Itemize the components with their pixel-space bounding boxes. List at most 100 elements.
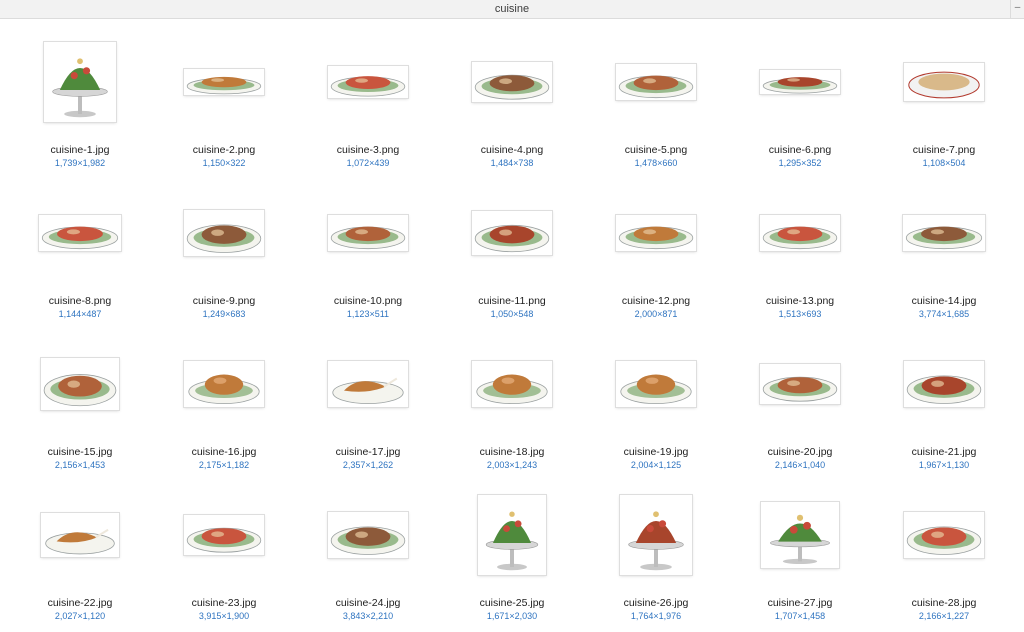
platter-icon[interactable] [39,215,121,251]
file-name: cuisine-3.png [336,144,400,156]
file-item[interactable]: cuisine-5.png 1,478×660 [584,26,728,176]
file-name: cuisine-21.jpg [911,446,977,458]
file-name: cuisine-14.jpg [911,295,977,307]
platter-icon[interactable] [328,512,408,558]
roast-leg-icon[interactable] [328,361,408,407]
file-name: cuisine-13.png [765,295,835,307]
thumbnail-area [440,479,584,591]
thumbnail-area [872,479,1016,591]
file-dimensions: 1,050×548 [490,309,534,319]
file-dimensions: 2,000×871 [634,309,678,319]
roast-fowl-icon[interactable] [184,361,264,407]
file-name: cuisine-5.png [624,144,688,156]
file-dimensions: 1,967×1,130 [918,460,970,470]
platter-icon[interactable] [904,361,984,407]
file-dimensions: 1,108×504 [922,158,966,168]
thumbnail-area [152,328,296,440]
file-dimensions: 1,144×487 [58,309,102,319]
platter-icon[interactable] [616,215,696,251]
thumbnail-area [8,328,152,440]
file-item[interactable]: cuisine-23.jpg 3,915×1,900 [152,479,296,629]
file-item[interactable]: cuisine-22.jpg 2,027×1,120 [8,479,152,629]
roast-fowl-icon[interactable] [616,361,696,407]
file-grid: cuisine-1.jpg 1,739×1,982 cuisine-2.png 1,1… [0,20,1024,632]
file-item[interactable]: cuisine-28.jpg 2,166×1,227 [872,479,1016,629]
file-item[interactable]: cuisine-9.png 1,249×683 [152,177,296,327]
file-name: cuisine-24.jpg [335,597,401,609]
thumbnail-area [8,479,152,591]
file-name: cuisine-27.jpg [767,597,833,609]
roast-fowl-icon[interactable] [472,361,552,407]
file-name: cuisine-7.png [912,144,976,156]
file-item[interactable]: cuisine-7.png 1,108×504 [872,26,1016,176]
file-item[interactable]: cuisine-18.jpg 2,003×1,243 [440,328,584,478]
platter-icon[interactable] [184,69,264,95]
platter-icon[interactable] [760,70,840,94]
file-dimensions: 2,004×1,125 [630,460,682,470]
file-item[interactable]: cuisine-20.jpg 2,146×1,040 [728,328,872,478]
platter-icon[interactable] [328,66,408,98]
file-name: cuisine-23.jpg [191,597,257,609]
file-item[interactable]: cuisine-13.png 1,513×693 [728,177,872,327]
thumbnail-area [152,177,296,289]
roast-leg-icon[interactable] [41,513,119,557]
platter-icon[interactable] [184,515,264,555]
platter-icon[interactable] [328,215,408,251]
thumbnail-area [296,328,440,440]
dish-on-pedestal-icon[interactable] [761,502,839,568]
platter-icon[interactable] [41,358,119,410]
file-name: cuisine-4.png [480,144,544,156]
platter-icon[interactable] [760,215,840,251]
collapse-icon[interactable]: – [1010,0,1024,19]
dish-on-pedestal-icon[interactable] [478,495,546,575]
file-dimensions: 1,739×1,982 [54,158,106,168]
file-dimensions: 1,764×1,976 [630,611,682,621]
thumbnail-area [296,26,440,138]
platter-icon[interactable] [184,210,264,256]
platter-icon[interactable] [472,62,552,102]
platter-icon[interactable] [472,211,552,255]
file-item[interactable]: cuisine-11.png 1,050×548 [440,177,584,327]
file-dimensions: 1,484×738 [490,158,534,168]
file-item[interactable]: cuisine-6.png 1,295×352 [728,26,872,176]
dish-on-pedestal-icon[interactable] [620,495,692,575]
file-item[interactable]: cuisine-24.jpg 3,843×2,210 [296,479,440,629]
file-name: cuisine-22.jpg [47,597,113,609]
thumbnail-area [440,177,584,289]
file-item[interactable]: cuisine-27.jpg 1,707×1,458 [728,479,872,629]
file-name: cuisine-26.jpg [623,597,689,609]
file-name: cuisine-16.jpg [191,446,257,458]
thumbnail-area [872,177,1016,289]
platter-icon[interactable] [903,215,985,251]
platter-icon[interactable] [904,512,984,558]
file-item[interactable]: cuisine-3.png 1,072×439 [296,26,440,176]
file-name: cuisine-17.jpg [335,446,401,458]
file-name: cuisine-19.jpg [623,446,689,458]
platter-icon[interactable] [616,64,696,100]
platter-icon[interactable] [760,364,840,404]
file-item[interactable]: cuisine-25.jpg 1,671×2,030 [440,479,584,629]
dish-on-pedestal-icon[interactable] [44,42,116,122]
file-item[interactable]: cuisine-15.jpg 2,156×1,453 [8,328,152,478]
file-item[interactable]: cuisine-12.png 2,000×871 [584,177,728,327]
file-dimensions: 1,513×693 [778,309,822,319]
file-item[interactable]: cuisine-17.jpg 2,357×1,262 [296,328,440,478]
file-name: cuisine-20.jpg [767,446,833,458]
file-item[interactable]: cuisine-4.png 1,484×738 [440,26,584,176]
file-item[interactable]: cuisine-21.jpg 1,967×1,130 [872,328,1016,478]
file-item[interactable]: cuisine-26.jpg 1,764×1,976 [584,479,728,629]
file-item[interactable]: cuisine-1.jpg 1,739×1,982 [8,26,152,176]
file-item[interactable]: cuisine-19.jpg 2,004×1,125 [584,328,728,478]
thumbnail-area [440,328,584,440]
file-item[interactable]: cuisine-2.png 1,150×322 [152,26,296,176]
file-item[interactable]: cuisine-16.jpg 2,175×1,182 [152,328,296,478]
soup-bowl-icon[interactable] [904,63,984,101]
file-dimensions: 1,123×511 [346,309,390,319]
file-dimensions: 2,027×1,120 [54,611,106,621]
file-item[interactable]: cuisine-8.png 1,144×487 [8,177,152,327]
thumbnail-area [584,479,728,591]
thumbnail-area [872,328,1016,440]
file-dimensions: 1,707×1,458 [774,611,826,621]
file-item[interactable]: cuisine-14.jpg 3,774×1,685 [872,177,1016,327]
file-item[interactable]: cuisine-10.png 1,123×511 [296,177,440,327]
